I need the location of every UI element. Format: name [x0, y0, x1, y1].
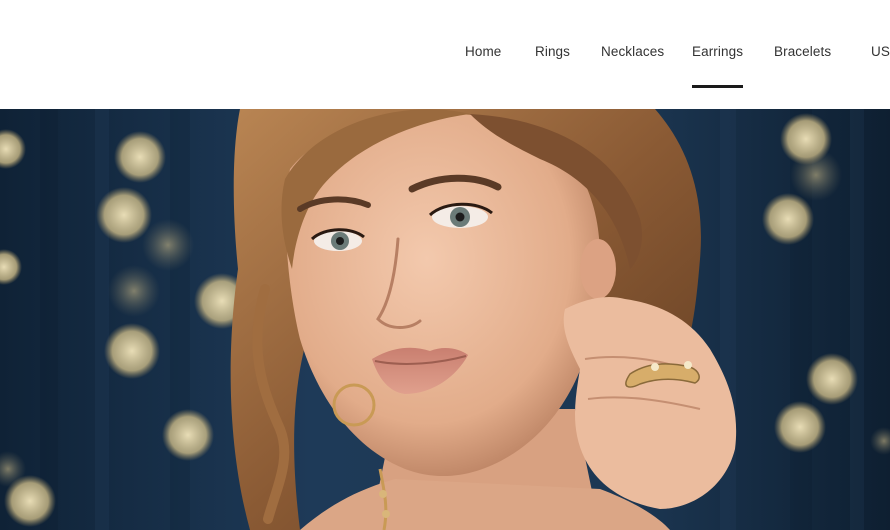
hero-banner [0, 109, 890, 530]
nav-necklaces[interactable]: Necklaces [601, 44, 664, 59]
ear [580, 239, 616, 299]
nav-rings[interactable]: Rings [535, 44, 570, 59]
nav-bracelets[interactable]: Bracelets [774, 44, 831, 59]
nav-earrings[interactable]: Earrings [692, 44, 744, 88]
hero-image [0, 109, 890, 530]
nav-currency[interactable]: US [871, 44, 890, 59]
site-header: Home Rings Necklaces Earrings Bracelets … [0, 0, 890, 109]
nav-home[interactable]: Home [465, 44, 501, 59]
main-nav: Home Rings Necklaces Earrings Bracelets … [0, 44, 890, 88]
